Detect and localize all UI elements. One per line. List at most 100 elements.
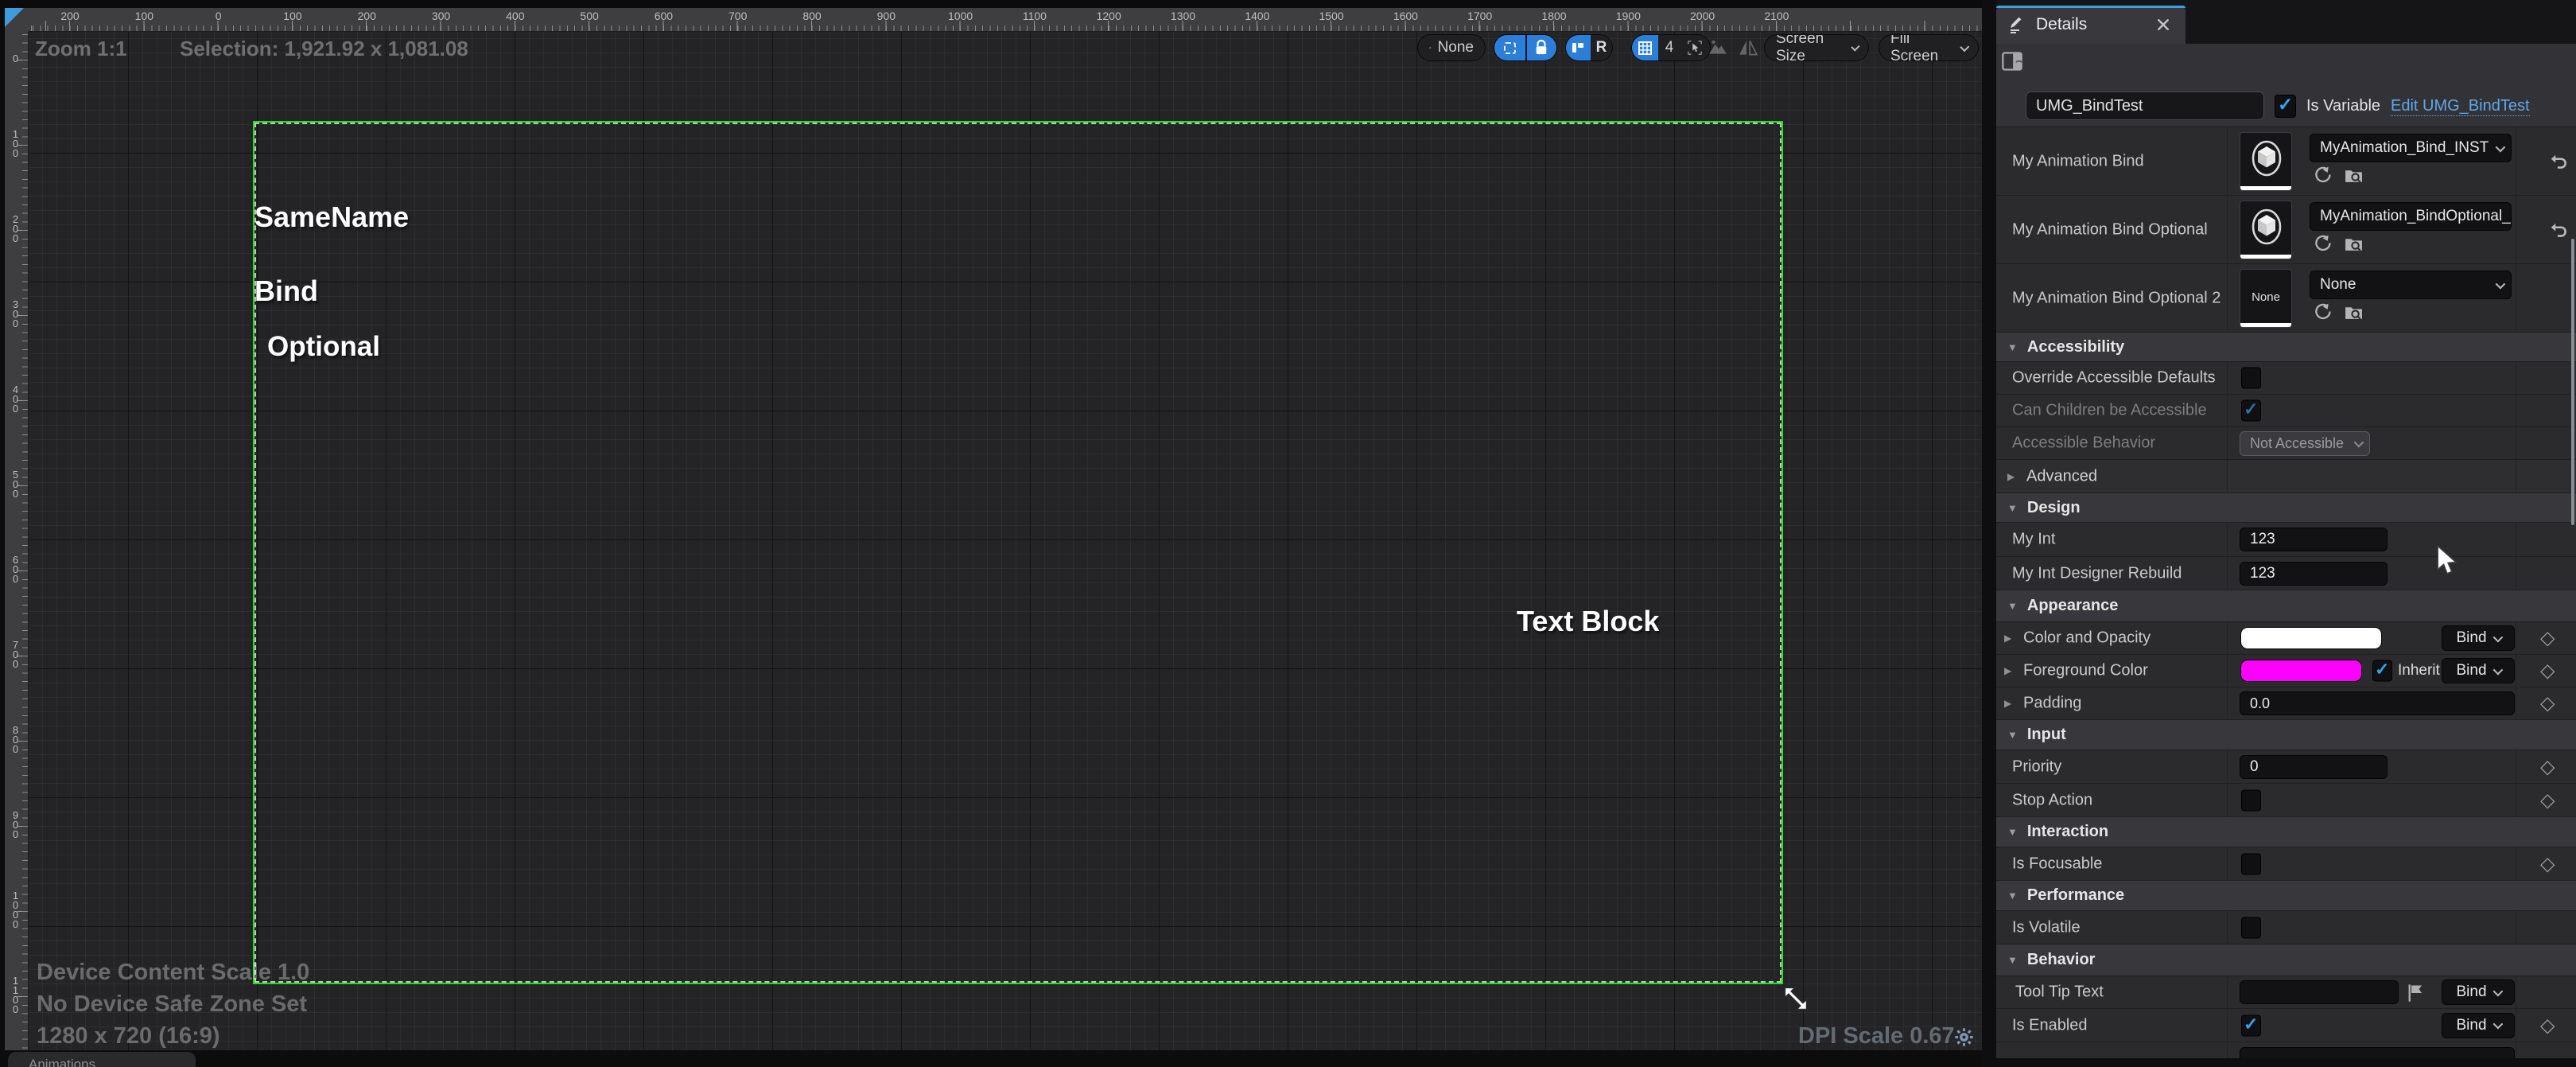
inherit-checkbox[interactable]: ✓ (2372, 660, 2392, 682)
ruler-top-label: 900 (877, 10, 896, 22)
tab-animations[interactable]: Animations (8, 1052, 196, 1067)
triangle-down-icon: ▼ (2007, 729, 2018, 741)
asset-thumbnail[interactable] (2240, 201, 2292, 259)
reset-diamond-icon[interactable]: ◇ (2540, 1014, 2555, 1037)
reset-to-default-icon[interactable] (2548, 151, 2569, 172)
override-accessible-defaults-checkbox[interactable] (2241, 368, 2261, 389)
stop-action-checkbox[interactable] (2241, 789, 2261, 811)
use-selected-asset-icon[interactable] (2313, 166, 2333, 185)
foreground-color-bind-dropdown[interactable]: Bind (2442, 658, 2515, 683)
canvas-textblock-optional[interactable]: Optional (267, 331, 380, 363)
browse-to-asset-icon[interactable] (2344, 166, 2364, 185)
flip-preview-icon[interactable] (1738, 37, 1758, 58)
triangle-right-icon[interactable]: ▶ (2004, 665, 2011, 676)
reset-diamond-icon[interactable]: ◇ (2540, 789, 2555, 812)
grid-snap-size[interactable]: 4 (1658, 35, 1680, 60)
canvas-textblock-samename[interactable]: SameName (254, 201, 409, 234)
show-outlines-button[interactable] (1566, 35, 1591, 60)
triangle-down-icon: ▼ (2007, 826, 2018, 838)
outline-mode-group[interactable]: R (1565, 34, 1613, 61)
edit-blueprint-link[interactable]: Edit UMG_BindTest (2391, 97, 2530, 116)
preview-background-icon[interactable] (1708, 37, 1728, 58)
reset-diamond-icon[interactable]: ◇ (2540, 755, 2555, 778)
property-row-color-and-opacity: ▶ Color and Opacity Bind ◇ (1996, 622, 2576, 655)
priority-field[interactable]: 0 (2240, 755, 2388, 779)
accessible-behavior-dropdown[interactable]: Not Accessible (2240, 431, 2370, 456)
reset-diamond-icon[interactable]: ◇ (2540, 692, 2555, 715)
dpi-settings-gear-icon[interactable] (1953, 1026, 1975, 1048)
reset-diamond-icon[interactable]: ◇ (2540, 852, 2555, 875)
selection-outline[interactable] (253, 121, 1783, 984)
chevron-down-icon (2492, 986, 2503, 996)
widget-type-icon (2001, 50, 2023, 72)
my-int-field[interactable]: 123 (2240, 528, 2388, 551)
reset-diamond-icon[interactable]: ◇ (2540, 627, 2555, 650)
triangle-right-icon[interactable]: ▶ (2004, 698, 2011, 709)
lock-widget-button[interactable] (1527, 35, 1556, 60)
browse-to-asset-icon[interactable] (2344, 234, 2364, 254)
browse-to-asset-icon[interactable] (2344, 302, 2364, 322)
localize-flag-icon[interactable] (2407, 983, 2426, 1003)
is-variable-checkbox[interactable]: ✓ (2275, 95, 2296, 118)
animation-asset-dropdown[interactable]: None (2310, 271, 2512, 299)
grid-snap-group[interactable]: 4 (1631, 34, 1711, 61)
details-scrollbar[interactable] (2571, 239, 2574, 525)
property-row-foreground-color: ▶ Foreground Color ✓ Inherit Bind ◇ (1996, 655, 2576, 687)
animation-asset-dropdown[interactable]: MyAnimation_Bind_INST (2310, 134, 2512, 162)
tool-tip-text-bind-dropdown[interactable]: Bind (2442, 979, 2515, 1005)
my-int-designer-rebuild-field[interactable]: 123 (2240, 562, 2388, 586)
respect-locks-button[interactable]: R (1591, 35, 1612, 60)
canvas-textblock-textblock[interactable]: Text Block (1517, 605, 1659, 638)
designer-bottom-strip (0, 1050, 1982, 1067)
animation-asset-dropdown[interactable]: MyAnimation_BindOptional_I (2310, 202, 2512, 231)
is-enabled-checkbox[interactable]: ✓ (2241, 1014, 2261, 1036)
section-header-appearance[interactable]: ▼ Appearance (1996, 590, 2576, 622)
asset-thumbnail-none[interactable]: None (2240, 269, 2292, 328)
can-children-be-accessible-checkbox[interactable]: ✓ (2241, 400, 2261, 422)
fill-screen-dropdown[interactable]: Fill Screen (1879, 34, 1979, 61)
property-row-is-focusable: Is Focusable ◇ (1996, 847, 2576, 881)
use-selected-asset-icon[interactable] (2313, 234, 2333, 254)
screen-size-dropdown[interactable]: Screen Size (1764, 34, 1869, 61)
use-selected-asset-icon[interactable] (2313, 302, 2333, 322)
ruler-top-label: 1800 (1541, 10, 1566, 22)
inherit-label: Inherit (2398, 662, 2440, 680)
section-header-interaction[interactable]: ▼ Interaction (1996, 817, 2576, 847)
reset-diamond-icon[interactable]: ◇ (2540, 660, 2555, 683)
is-volatile-checkbox[interactable] (2241, 917, 2261, 938)
marquee-select-button[interactable] (1494, 35, 1525, 60)
ruler-top-label: 300 (432, 10, 450, 22)
tool-tip-text-field[interactable] (2240, 980, 2399, 1004)
asset-thumbnail[interactable] (2240, 132, 2292, 191)
selection-lock-toggle-group[interactable] (1494, 34, 1557, 61)
section-header-behavior[interactable]: ▼ Behavior (1996, 944, 2576, 976)
color-and-opacity-swatch[interactable] (2240, 627, 2382, 649)
foreground-color-swatch[interactable] (2240, 660, 2362, 682)
color-and-opacity-bind-dropdown[interactable]: Bind (2442, 625, 2515, 651)
tab-details[interactable]: Details (1996, 6, 2186, 44)
section-header-input[interactable]: ▼ Input (1996, 720, 2576, 750)
ruler-top-label: 1100 (1023, 10, 1047, 22)
check-icon: ✓ (2278, 94, 2293, 115)
close-icon[interactable] (2157, 18, 2170, 31)
advanced-expander-row[interactable]: ▶ Advanced (1996, 460, 2576, 493)
reset-to-default-icon[interactable] (2548, 220, 2569, 240)
chevron-down-icon (1960, 42, 1970, 52)
localization-preview-button[interactable]: None (1417, 34, 1486, 61)
cursor-select-mode-button[interactable] (1680, 35, 1710, 60)
section-header-design[interactable]: ▼ Design (1996, 493, 2576, 523)
triangle-right-icon[interactable]: ▶ (2004, 633, 2011, 644)
property-row-can-children-be-accessible: Can Children be Accessible ✓ (1996, 395, 2576, 427)
is-focusable-checkbox[interactable] (2241, 853, 2261, 874)
property-row-clipped: Bind (1996, 1042, 2576, 1058)
is-enabled-bind-dropdown[interactable]: Bind (2442, 1013, 2515, 1038)
ruler-top-label: 100 (283, 10, 301, 22)
canvas-textblock-bind[interactable]: Bind (254, 275, 318, 308)
section-header-accessibility[interactable]: ▼ Accessibility (1996, 333, 2576, 362)
ruler-left-label: 1000 (10, 890, 21, 928)
grid-snap-button[interactable] (1632, 35, 1658, 60)
property-label: My Animation Bind Optional 2 (2012, 289, 2220, 307)
widget-name-field[interactable]: UMG_BindTest (2026, 92, 2264, 120)
padding-field[interactable]: 0.0 (2240, 691, 2515, 715)
section-header-performance[interactable]: ▼ Performance (1996, 881, 2576, 911)
